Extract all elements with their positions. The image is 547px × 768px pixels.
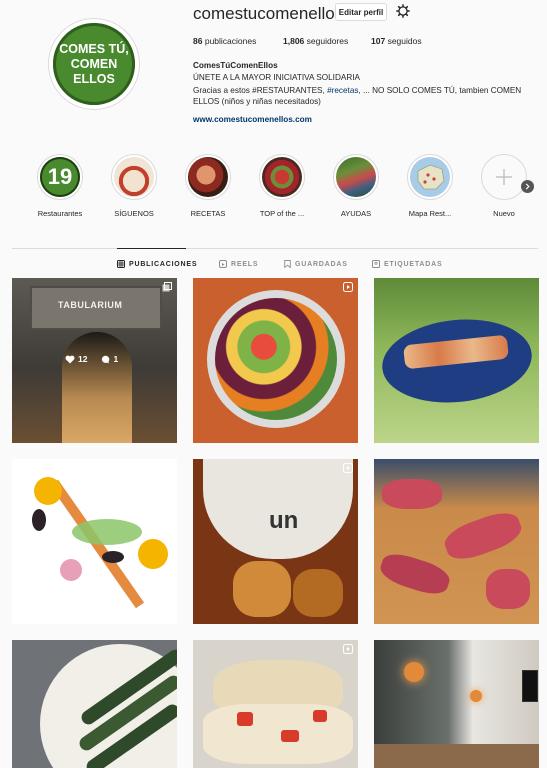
highlight-label: TOP of the ... bbox=[259, 209, 305, 218]
post-comments: 1 bbox=[113, 354, 119, 364]
chevron-right-icon bbox=[525, 183, 530, 190]
reels-icon bbox=[219, 260, 227, 268]
post-tile[interactable] bbox=[12, 459, 177, 624]
tab-publicaciones[interactable]: PUBLICACIONES bbox=[117, 260, 197, 268]
divider bbox=[12, 248, 538, 249]
reel-icon bbox=[343, 463, 353, 473]
tab-reels[interactable]: REELS bbox=[219, 260, 258, 268]
highlight-siguenos[interactable] bbox=[111, 154, 157, 200]
cup-text: un bbox=[269, 507, 299, 534]
highlight-badge: 19 bbox=[47, 164, 73, 189]
post-tile[interactable]: un bbox=[193, 459, 358, 624]
gear-icon[interactable] bbox=[396, 4, 410, 18]
post-tile[interactable]: TABULARIUM 12 1 bbox=[12, 278, 177, 443]
tag-icon bbox=[372, 260, 380, 268]
followers-count[interactable]: 1,806 seguidores bbox=[283, 36, 348, 46]
bio-line-1: ÚNETE A LA MAYOR INICIATIVA SOLIDARIA bbox=[193, 73, 360, 82]
map-icon bbox=[417, 164, 445, 190]
highlight-label: Nuevo bbox=[493, 209, 515, 218]
tab-etiquetadas[interactable]: ETIQUETADAS bbox=[372, 260, 442, 268]
grid-icon bbox=[117, 260, 125, 268]
reel-icon bbox=[343, 282, 353, 292]
website-link[interactable]: www.comestucomenellos.com bbox=[193, 114, 533, 125]
tab-indicator bbox=[117, 248, 186, 249]
plus-icon bbox=[496, 169, 512, 185]
highlight-restaurantes[interactable]: 19 bbox=[37, 154, 83, 200]
bio-line-2: Gracias a estos #RESTAURANTES, #recetas,… bbox=[193, 86, 522, 106]
hashtag-link[interactable]: #recetas bbox=[327, 86, 358, 95]
reel-icon bbox=[343, 644, 353, 654]
carousel-icon bbox=[162, 282, 172, 292]
highlight-label: AYUDAS bbox=[340, 209, 372, 218]
highlight-label: RECETAS bbox=[190, 209, 226, 218]
highlight-mapa[interactable] bbox=[407, 154, 453, 200]
highlight-label: SÍGUENOS bbox=[114, 209, 154, 218]
post-tile[interactable] bbox=[374, 640, 539, 768]
post-tile[interactable] bbox=[193, 278, 358, 443]
avatar-text-1: COMES TÚ, bbox=[59, 41, 129, 56]
highlight-top[interactable] bbox=[259, 154, 305, 200]
username: comestucomenellos bbox=[193, 4, 344, 23]
highlight-new[interactable] bbox=[481, 154, 527, 200]
post-stats: 12 1 bbox=[65, 354, 118, 364]
avatar[interactable]: COMES TÚ, COMEN ELLOS bbox=[53, 23, 135, 105]
comment-icon bbox=[102, 355, 110, 363]
highlight-recetas[interactable] bbox=[185, 154, 231, 200]
heart-icon bbox=[65, 355, 75, 363]
avatar-text-2: COMEN ELLOS bbox=[70, 56, 118, 86]
post-tile[interactable] bbox=[193, 640, 358, 768]
post-tile[interactable] bbox=[12, 640, 177, 768]
bookmark-icon bbox=[284, 260, 291, 268]
posts-count: 86 publicaciones bbox=[193, 36, 257, 46]
highlight-label: Mapa Rest... bbox=[408, 209, 452, 218]
edit-profile-button[interactable]: Editar perfil bbox=[335, 3, 387, 21]
highlight-ayudas[interactable] bbox=[333, 154, 379, 200]
post-sign: TABULARIUM bbox=[58, 300, 123, 310]
post-likes: 12 bbox=[78, 354, 88, 364]
post-tile[interactable] bbox=[374, 459, 539, 624]
following-count[interactable]: 107 seguidos bbox=[371, 36, 422, 46]
next-arrow-button[interactable] bbox=[521, 180, 534, 193]
tab-guardadas[interactable]: GUARDADAS bbox=[284, 260, 348, 268]
highlight-label: Restaurantes bbox=[37, 209, 83, 218]
post-tile[interactable] bbox=[374, 278, 539, 443]
display-name: ComesTúComenEllos bbox=[193, 61, 278, 70]
